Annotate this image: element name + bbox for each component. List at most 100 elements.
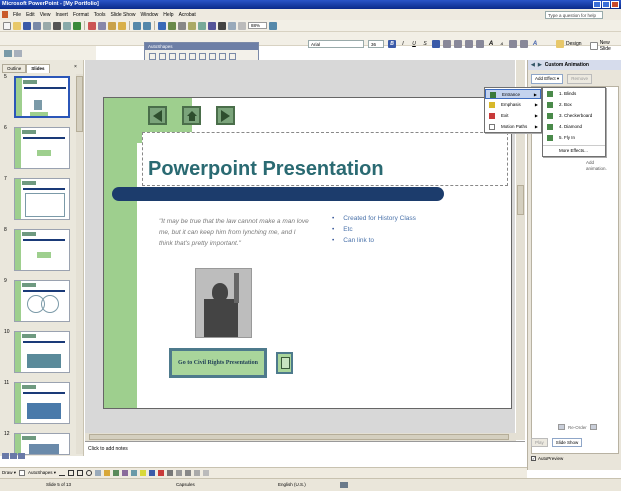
civil-rights-link-button[interactable]: Go to Civil Rights Presentation [169,348,267,378]
draw-menu[interactable]: Draw ▾ [2,470,16,476]
effect-diamond[interactable]: 4. Diamond [543,122,605,132]
action-buttons-icon[interactable] [219,53,226,60]
shadow-icon[interactable]: S [421,40,429,48]
tab-slides[interactable]: Slides [26,64,50,73]
insert-diagram-icon[interactable] [198,21,206,30]
flowchart-icon[interactable] [189,53,196,60]
menu-file[interactable]: File [13,12,21,18]
help-icon[interactable] [269,21,278,30]
permission-icon[interactable] [33,21,41,30]
minimize-icon[interactable] [593,1,601,8]
notes-pane[interactable]: Click to add notes [85,441,525,456]
menu-insert[interactable]: Insert [55,12,68,18]
menu-view[interactable]: View [40,12,51,18]
help-search-input[interactable]: Type a question for help [545,11,603,19]
autoshapes-menu[interactable]: AutoShapes ▾ [28,470,56,476]
save-icon[interactable] [23,21,31,30]
line-color-icon[interactable] [149,470,156,476]
new-slide-button[interactable]: New Slide [590,40,621,52]
back-arrow-icon[interactable] [148,106,167,125]
menu-item-emphasis[interactable]: Emphasis ▶ [485,100,541,110]
forward-arrow-icon[interactable] [216,106,235,125]
bold-icon[interactable]: B [388,40,396,48]
menu-tools[interactable]: Tools [94,12,106,18]
tables-borders-icon[interactable] [178,21,186,30]
insert-wordart-icon[interactable] [188,21,196,30]
open-icon[interactable] [13,21,21,30]
menu-item-entrance[interactable]: Entrance ▶ [485,89,541,99]
slide-sorter-view-icon[interactable] [10,453,17,459]
font-color-icon[interactable] [158,470,165,476]
font-name-select[interactable]: Arial [308,40,364,48]
slide-thumbnail[interactable]: 6 [0,125,76,173]
maximize-icon[interactable] [602,1,610,8]
play-button[interactable]: Play [531,438,548,447]
mlk-photo[interactable] [195,268,252,338]
slide-show-view-icon[interactable] [18,453,25,459]
underline-icon[interactable]: U [410,40,418,48]
autoshapes-toolbar-title[interactable]: AutoShapes [145,43,258,50]
3d-style-icon[interactable] [203,470,210,476]
slide-title[interactable]: Powerpoint Presentation [148,158,384,181]
color-grayscale-icon[interactable] [238,21,246,30]
bullet-list[interactable]: Created for History Class Etc Can link t… [332,213,416,246]
menu-edit[interactable]: Edit [26,12,35,18]
effect-fly-in[interactable]: 5. Fly In [543,133,605,143]
slide-thumbnail[interactable]: 9 [0,278,76,326]
effect-box[interactable]: 2. Box [543,100,605,110]
line-icon[interactable] [59,470,66,476]
undo-icon[interactable] [133,21,141,30]
document-icon[interactable] [2,11,8,18]
menu-help[interactable]: Help [163,12,173,18]
home-icon[interactable] [182,106,201,125]
slide-show-button[interactable]: Slide Show [551,438,583,447]
move-down-icon[interactable] [589,424,597,430]
font-color-icon[interactable]: A [531,40,539,48]
effect-blinds[interactable]: 1. Blinds [543,89,605,99]
decrease-indent-icon[interactable] [509,40,517,48]
menu-item-motion-paths[interactable]: Motion Paths ▶ [485,122,541,132]
italic-icon[interactable]: I [399,40,407,48]
center-icon[interactable] [443,40,451,48]
scroll-thumb[interactable] [517,185,524,215]
slide-layout-icon[interactable] [4,50,12,57]
panel-scrollbar[interactable] [76,74,83,454]
scroll-thumb[interactable] [89,434,509,440]
decrease-font-icon[interactable]: A [498,40,506,48]
picture-icon[interactable] [131,470,138,476]
menu-window[interactable]: Window [141,12,159,18]
email-icon[interactable] [43,21,51,30]
design-button[interactable]: Design [556,40,582,48]
menu-item-exit[interactable]: Exit ▶ [485,111,541,121]
more-effects-item[interactable]: More Effects... [543,145,605,155]
more-autoshapes-icon[interactable] [229,53,236,60]
wordart-icon[interactable] [104,470,111,476]
paste-icon[interactable] [108,21,116,30]
slide[interactable]: Powerpoint Presentation "It may be true … [103,97,512,409]
lines-icon[interactable] [149,53,156,60]
align-right-icon[interactable] [454,40,462,48]
diagram-icon[interactable] [113,470,120,476]
close-icon[interactable] [611,1,619,8]
autopreview-option[interactable]: ✓ AutoPreview [531,456,563,461]
print-preview-icon[interactable] [63,21,71,30]
redo-icon[interactable] [143,21,151,30]
tab-outline[interactable]: Outline [2,64,27,73]
increase-font-icon[interactable]: A [487,40,495,48]
numbering-icon[interactable] [465,40,473,48]
back-icon[interactable]: ◀ [531,62,535,68]
fill-color-icon[interactable] [140,470,147,476]
menu-format[interactable]: Format [73,12,89,18]
print-icon[interactable] [53,21,61,30]
connectors-icon[interactable] [159,53,166,60]
slide-thumbnail[interactable]: 10 [0,329,76,377]
panel-close-icon[interactable]: × [74,64,81,70]
spelling-icon[interactable] [73,21,81,30]
normal-view-icon[interactable] [2,453,9,459]
move-up-icon[interactable] [558,424,565,430]
grid-icon[interactable] [228,21,236,30]
new-icon[interactable] [3,21,11,30]
autopreview-checkbox[interactable]: ✓ [531,456,536,461]
align-left-icon[interactable] [432,40,440,48]
select-objects-icon[interactable] [19,470,26,476]
